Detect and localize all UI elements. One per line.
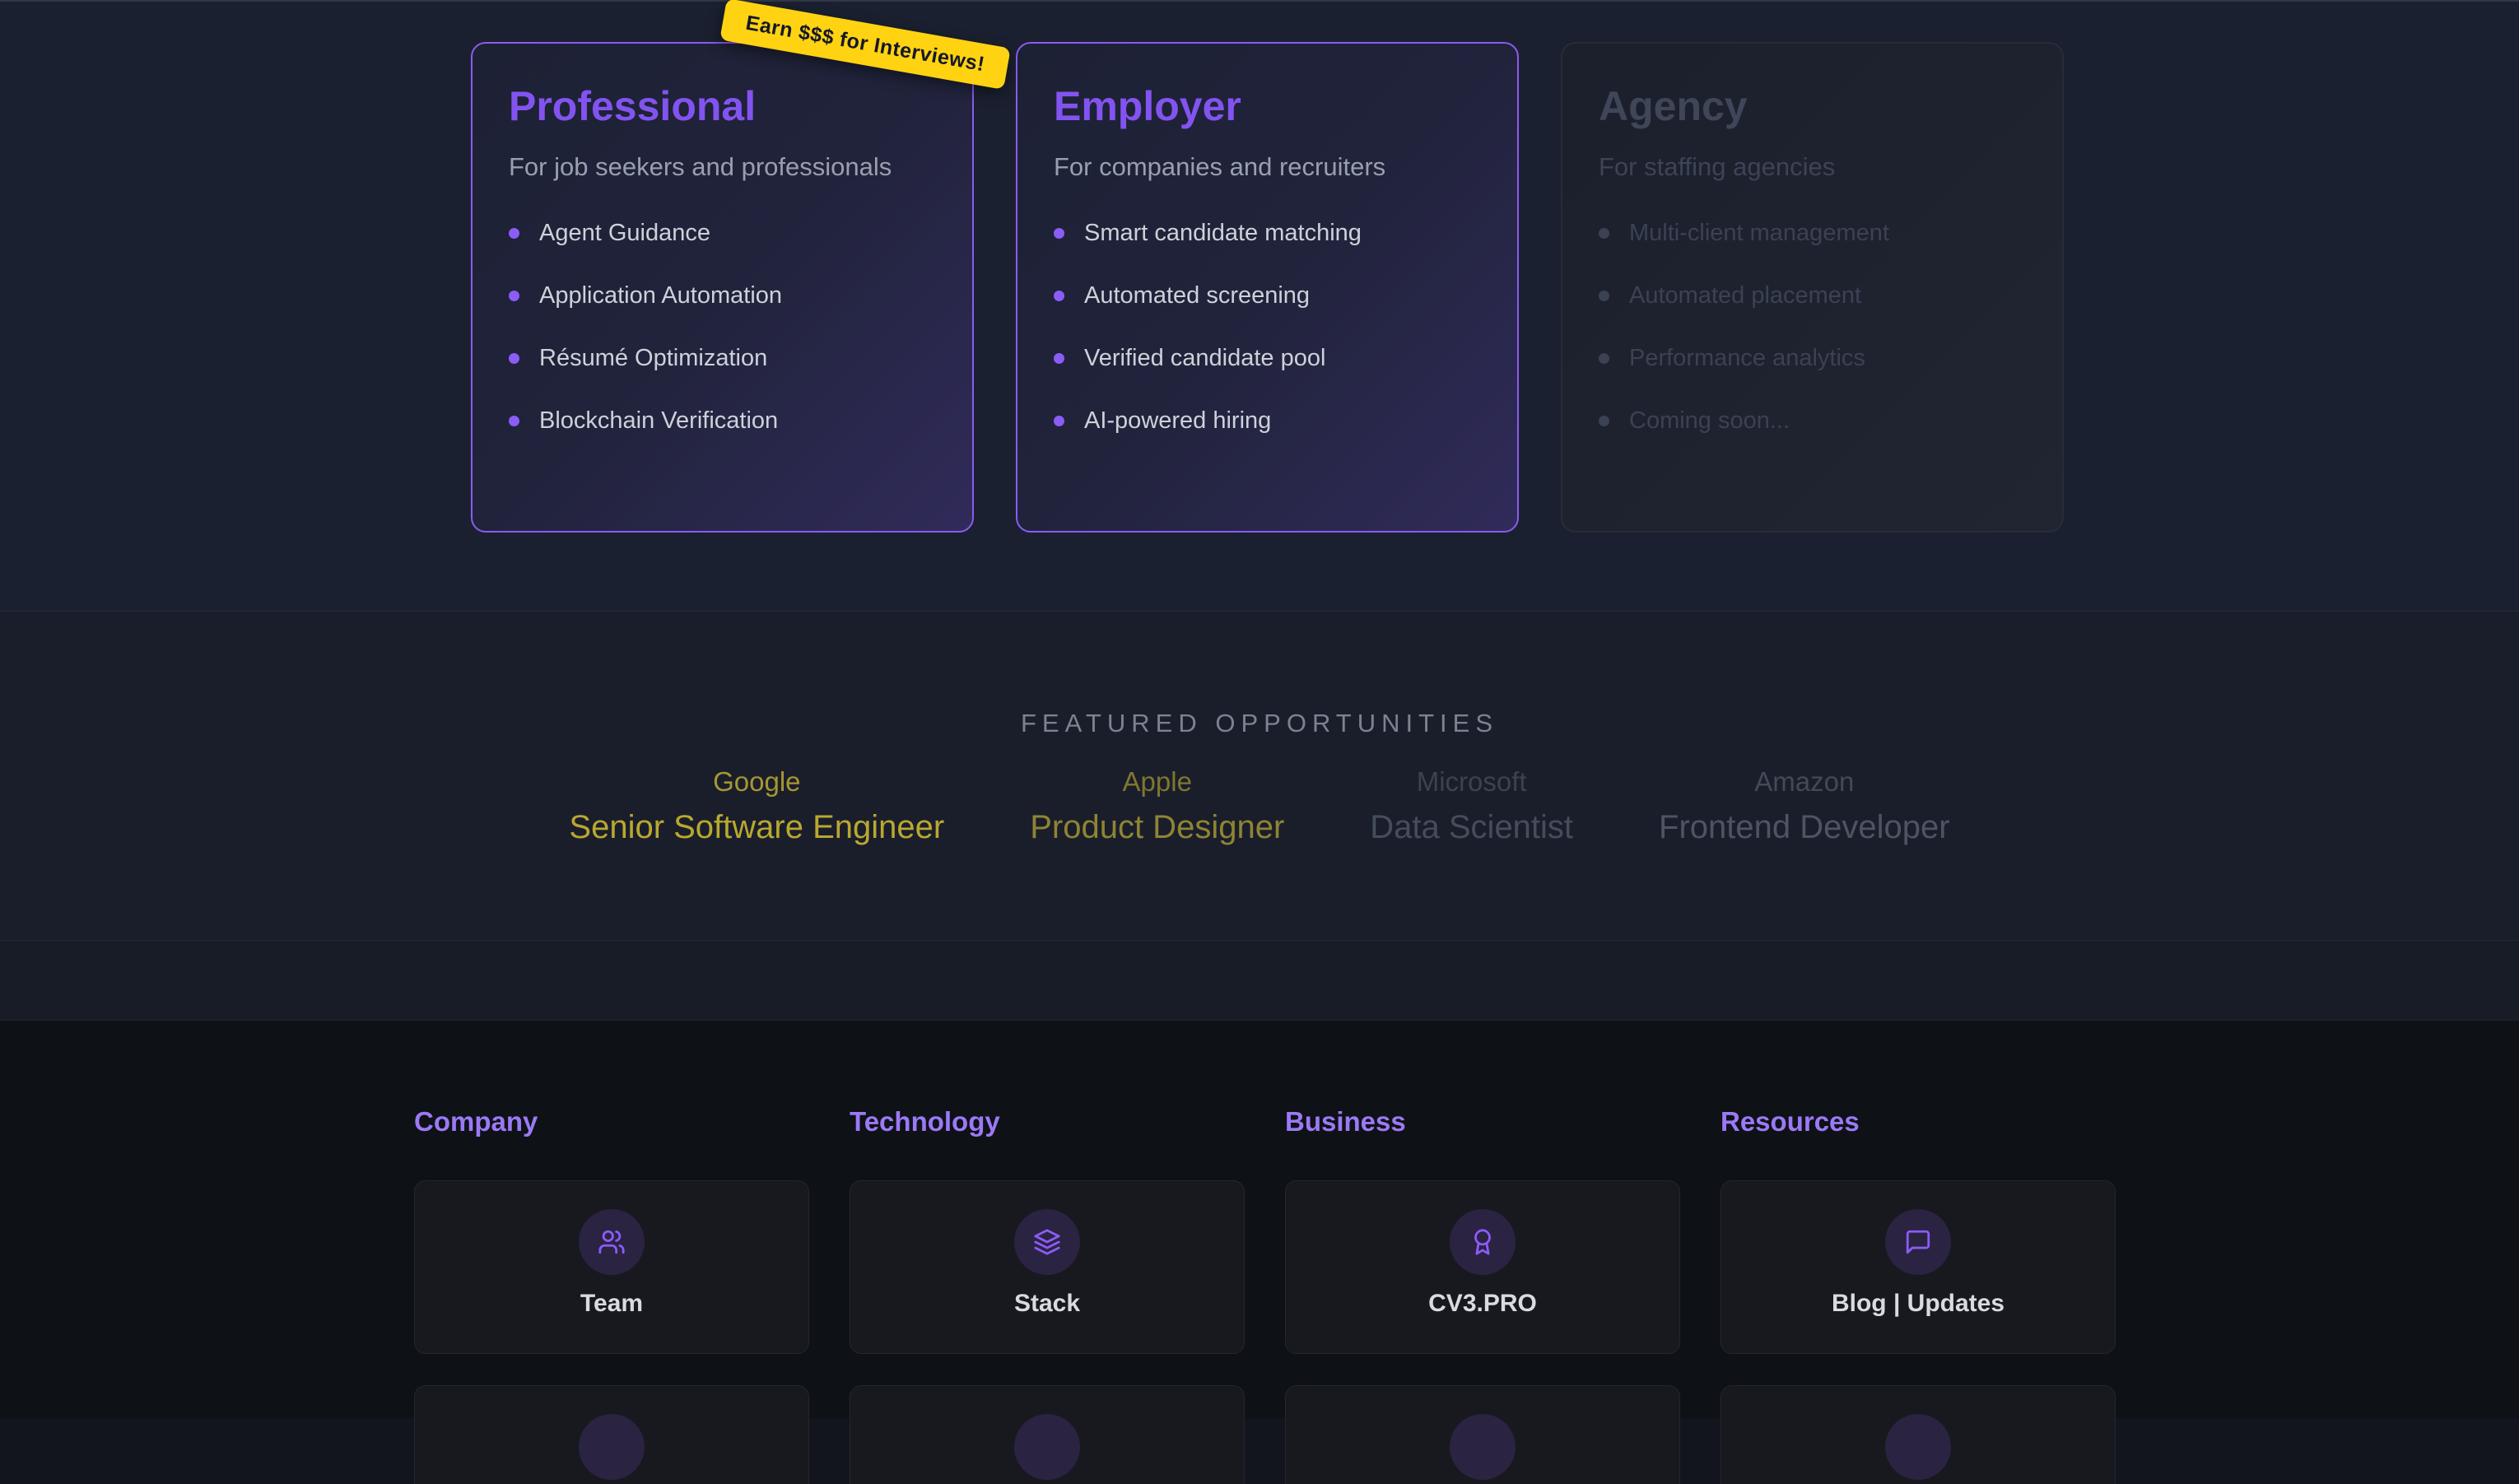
featured-company: Microsoft	[1370, 766, 1573, 798]
award-icon	[1450, 1209, 1516, 1275]
plan-feature-label: Performance analytics	[1629, 345, 1865, 372]
plan-feature: Verified candidate pool	[1054, 345, 1481, 372]
footer-column-business: Business CV3.PRO	[1285, 1106, 1680, 1484]
footer-column-resources: Resources Blog | Updates	[1720, 1106, 2116, 1484]
featured-opportunities-section: FEATURED OPPORTUNITIES Google Senior Sof…	[0, 611, 2519, 940]
plan-feature-label: Coming soon...	[1629, 407, 1790, 435]
plan-feature-label: Multi-client management	[1629, 220, 1889, 247]
plan-feature-label: Application Automation	[539, 282, 782, 309]
footer-card-partial[interactable]	[850, 1385, 1245, 1484]
footer-column-title: Company	[414, 1106, 809, 1137]
featured-item-amazon[interactable]: Amazon Frontend Developer	[1659, 766, 1950, 846]
featured-item-apple[interactable]: Apple Product Designer	[1030, 766, 1284, 846]
footer-column-title: Resources	[1720, 1106, 2116, 1137]
plan-card-agency: Agency For staffing agencies Multi-clien…	[1561, 42, 2064, 533]
plan-title: Professional	[509, 83, 936, 131]
layers-icon	[1014, 1209, 1080, 1275]
footer-card-partial[interactable]	[414, 1385, 809, 1484]
bullet-dot-icon	[1054, 228, 1064, 239]
plan-feature-label: Blockchain Verification	[539, 407, 778, 435]
bullet-dot-icon	[509, 353, 519, 364]
plan-feature: Automated placement	[1599, 282, 2026, 309]
featured-items-row: Google Senior Software Engineer Apple Pr…	[0, 766, 2519, 846]
footer-card-label: Stack	[850, 1290, 1244, 1318]
footer-column-title: Business	[1285, 1106, 1680, 1137]
plan-feature-label: Résumé Optimization	[539, 345, 767, 372]
featured-company: Apple	[1030, 766, 1284, 798]
users-icon	[579, 1209, 645, 1275]
featured-item-google[interactable]: Google Senior Software Engineer	[569, 766, 944, 846]
plan-feature-label: Agent Guidance	[539, 220, 710, 247]
plan-feature-label: Smart candidate matching	[1084, 220, 1362, 247]
featured-role: Frontend Developer	[1659, 809, 1950, 846]
plan-feature-list: Multi-client management Automated placem…	[1599, 220, 2026, 435]
bullet-dot-icon	[1599, 416, 1609, 426]
plan-description: For job seekers and professionals	[509, 152, 936, 182]
footer-card-cv3pro[interactable]: CV3.PRO	[1285, 1180, 1680, 1354]
footer-column-title: Technology	[850, 1106, 1245, 1137]
footer-card-stack[interactable]: Stack	[850, 1180, 1245, 1354]
plan-feature: Multi-client management	[1599, 220, 2026, 247]
plan-feature: Blockchain Verification	[509, 407, 936, 435]
bullet-dot-icon	[1054, 353, 1064, 364]
footer-grid: Company Team	[414, 1106, 2116, 1484]
plan-feature: Résumé Optimization	[509, 345, 936, 372]
plan-feature: AI-powered hiring	[1054, 407, 1481, 435]
bullet-dot-icon	[1599, 353, 1609, 364]
plan-feature-label: Automated placement	[1629, 282, 1861, 309]
footer-card-label: Blog | Updates	[1721, 1290, 2115, 1318]
plan-feature: Agent Guidance	[509, 220, 936, 247]
hidden-icon	[1885, 1414, 1951, 1480]
plan-feature-list: Smart candidate matching Automated scree…	[1054, 220, 1481, 435]
hidden-icon	[1450, 1414, 1516, 1480]
plan-feature-label: Automated screening	[1084, 282, 1310, 309]
featured-company: Google	[569, 766, 944, 798]
featured-company: Amazon	[1659, 766, 1950, 798]
featured-role: Data Scientist	[1370, 809, 1573, 846]
footer-card-label: Team	[415, 1290, 808, 1318]
plan-card-employer[interactable]: Employer For companies and recruiters Sm…	[1016, 42, 1519, 533]
featured-role: Product Designer	[1030, 809, 1284, 846]
footer-card-partial[interactable]	[1285, 1385, 1680, 1484]
pricing-section: Professional For job seekers and profess…	[0, 0, 2519, 611]
hidden-icon	[579, 1414, 645, 1480]
bullet-dot-icon	[509, 291, 519, 301]
footer-card-blog[interactable]: Blog | Updates	[1720, 1180, 2116, 1354]
footer-card-label: CV3.PRO	[1286, 1290, 1679, 1318]
bullet-dot-icon	[509, 228, 519, 239]
plan-feature-list: Agent Guidance Application Automation Ré…	[509, 220, 936, 435]
footer-card-partial[interactable]	[1720, 1385, 2116, 1484]
plan-description: For staffing agencies	[1599, 152, 2026, 182]
site-footer: Company Team	[0, 1020, 2519, 1418]
bullet-dot-icon	[509, 416, 519, 426]
plan-feature: Performance analytics	[1599, 345, 2026, 372]
hidden-icon	[1014, 1414, 1080, 1480]
message-icon	[1885, 1209, 1951, 1275]
featured-heading: FEATURED OPPORTUNITIES	[0, 709, 2519, 738]
plan-feature-label: AI-powered hiring	[1084, 407, 1271, 435]
bullet-dot-icon	[1054, 291, 1064, 301]
plan-feature: Coming soon...	[1599, 407, 2026, 435]
plan-description: For companies and recruiters	[1054, 152, 1481, 182]
bullet-dot-icon	[1054, 416, 1064, 426]
footer-column-company: Company Team	[414, 1106, 809, 1484]
footer-column-technology: Technology Stack	[850, 1106, 1245, 1484]
plan-feature: Application Automation	[509, 282, 936, 309]
plan-feature: Smart candidate matching	[1054, 220, 1481, 247]
plan-title: Employer	[1054, 83, 1481, 131]
plan-cards-row: Professional For job seekers and profess…	[471, 42, 2064, 533]
bullet-dot-icon	[1599, 228, 1609, 239]
divider-strip	[0, 940, 2519, 1020]
bullet-dot-icon	[1599, 291, 1609, 301]
plan-feature: Automated screening	[1054, 282, 1481, 309]
featured-item-microsoft[interactable]: Microsoft Data Scientist	[1370, 766, 1573, 846]
plan-title: Agency	[1599, 83, 2026, 131]
footer-card-team[interactable]: Team	[414, 1180, 809, 1354]
plan-feature-label: Verified candidate pool	[1084, 345, 1325, 372]
featured-role: Senior Software Engineer	[569, 809, 944, 846]
plan-card-professional[interactable]: Professional For job seekers and profess…	[471, 42, 974, 533]
